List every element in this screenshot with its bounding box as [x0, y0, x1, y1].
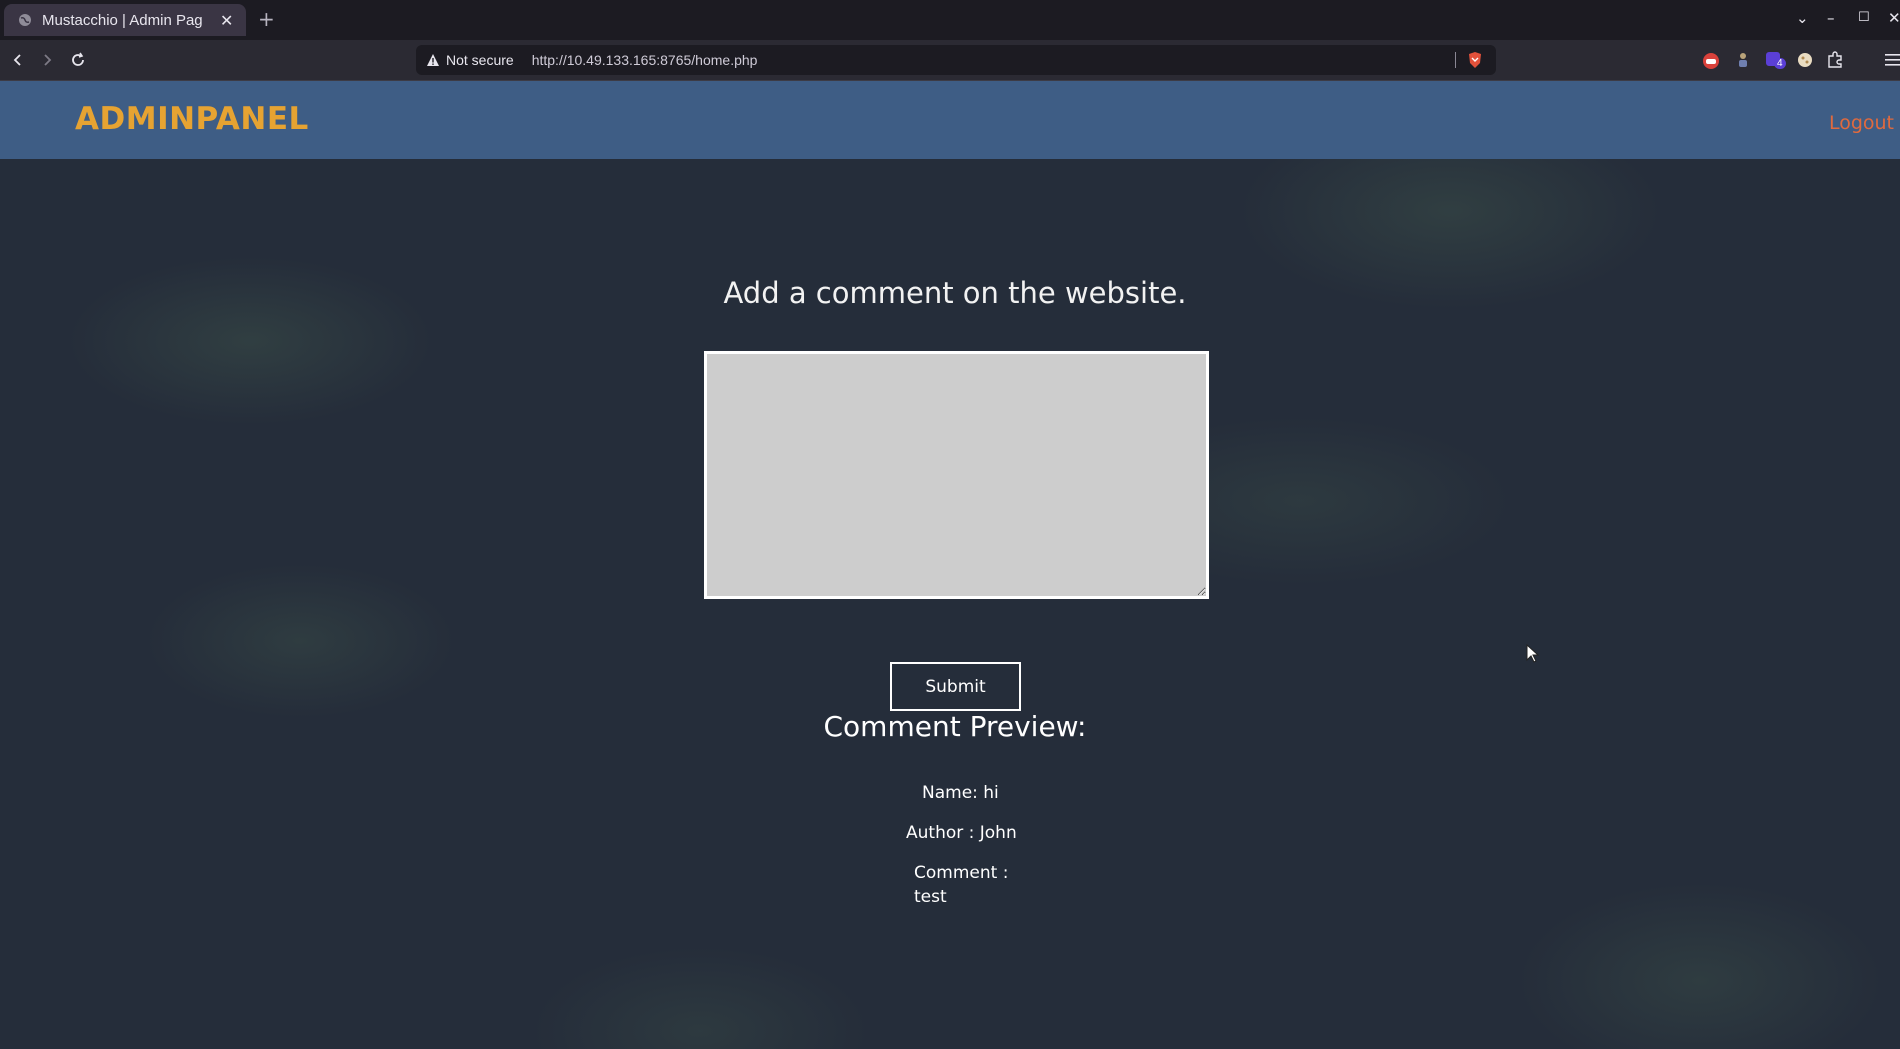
extension-cookie-icon[interactable] [1795, 50, 1815, 70]
browser-tab-bar: Mustacchio | Admin Pag ✕ + ⌄ – ☐ ✕ [0, 0, 1900, 40]
extension-figure-icon[interactable] [1733, 50, 1753, 70]
browser-tab[interactable]: Mustacchio | Admin Pag ✕ [4, 4, 246, 36]
comment-preview-title: Comment Preview: [823, 710, 1087, 743]
warning-triangle-icon [427, 54, 439, 66]
new-tab-button[interactable]: + [258, 7, 275, 31]
browser-toolbar: Not secure http://10.49.133.165:8765/hom… [0, 40, 1900, 81]
logout-link[interactable]: Logout [1829, 112, 1894, 134]
address-bar-divider [1455, 52, 1456, 68]
extensions-puzzle-icon[interactable] [1825, 50, 1845, 70]
submit-button[interactable]: Submit [890, 662, 1021, 711]
tab-list-chevron-icon[interactable]: ⌄ [1796, 9, 1809, 27]
preview-name: Name: hi [922, 783, 999, 803]
mouse-pointer-icon [1526, 644, 1540, 663]
comment-heading: Add a comment on the website. [723, 276, 1187, 310]
not-secure-label[interactable]: Not secure [446, 52, 514, 68]
reload-icon [72, 52, 84, 66]
back-arrow-icon [13, 54, 21, 66]
preview-comment-text: test [914, 887, 947, 907]
extension-badge-count: 4 [1774, 58, 1786, 69]
url-text[interactable]: http://10.49.133.165:8765/home.php [532, 52, 758, 68]
maximize-icon[interactable]: ☐ [1858, 10, 1870, 25]
address-bar[interactable]: Not secure http://10.49.133.165:8765/hom… [416, 45, 1496, 75]
window-close-icon[interactable]: ✕ [1888, 9, 1900, 27]
globe-icon [19, 14, 31, 26]
minimize-icon[interactable]: – [1827, 9, 1835, 27]
forward-button[interactable] [35, 48, 59, 72]
preview-comment-label: Comment : [914, 863, 1009, 883]
page-content: ADMINPANEL Logout Add a comment on the w… [0, 81, 1900, 1049]
back-button[interactable] [6, 48, 30, 72]
extension-red-icon[interactable] [1701, 50, 1721, 70]
tab-title: Mustacchio | Admin Pag [42, 11, 203, 29]
forward-arrow-icon [44, 54, 52, 66]
comment-textarea[interactable] [704, 351, 1209, 599]
brave-shield-icon[interactable] [1466, 51, 1484, 69]
preview-author: Author : John [906, 823, 1017, 843]
menu-hamburger-icon[interactable] [1883, 50, 1900, 70]
brand-logo[interactable]: ADMINPANEL [75, 101, 309, 137]
reload-button[interactable] [66, 48, 90, 72]
tab-close-icon[interactable]: ✕ [220, 11, 233, 30]
extension-badge-button[interactable]: 4 [1764, 50, 1786, 70]
site-navbar: ADMINPANEL Logout [0, 81, 1900, 159]
